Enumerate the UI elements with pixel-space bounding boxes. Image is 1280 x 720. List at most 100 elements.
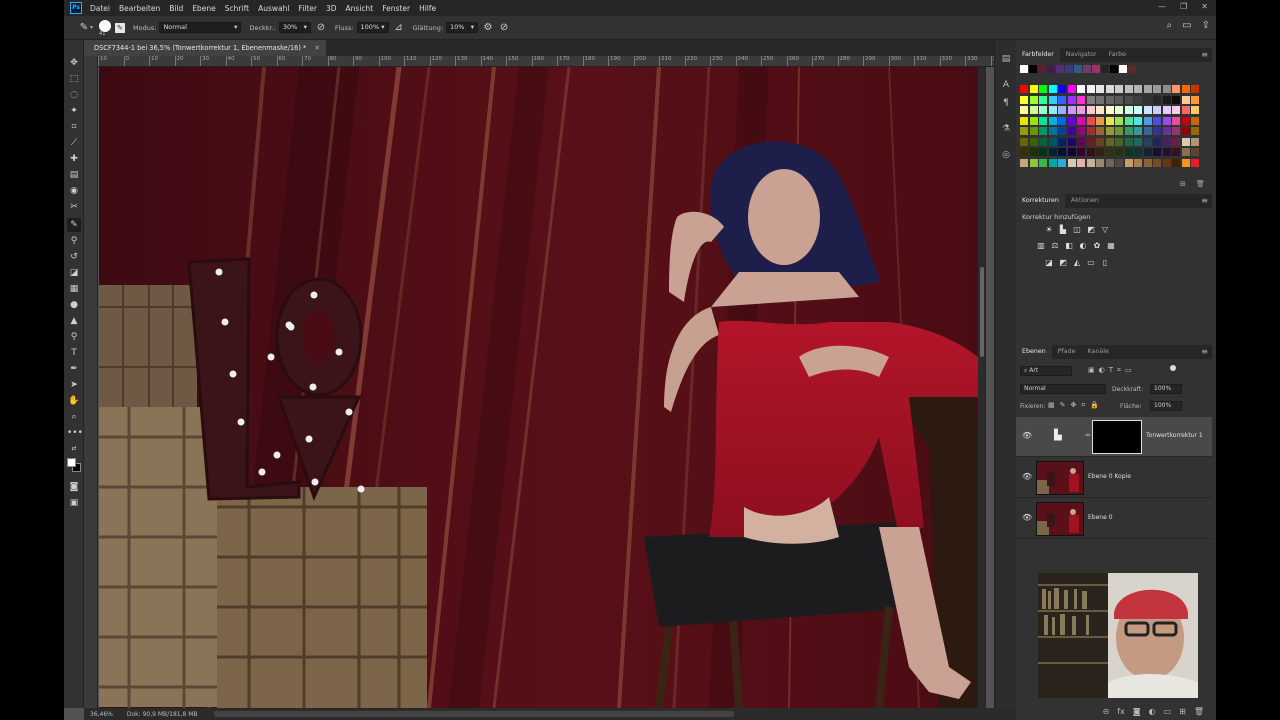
swatch[interactable] [1153, 85, 1161, 93]
eyedropper-tool-icon[interactable]: ⟋ [67, 136, 81, 150]
swatch[interactable] [1086, 148, 1095, 156]
threshold-icon[interactable]: ◭ [1072, 258, 1082, 268]
swatch[interactable] [1058, 148, 1066, 156]
swatch[interactable] [1020, 116, 1028, 125]
swatch[interactable] [1191, 106, 1199, 114]
swatch[interactable] [1020, 137, 1028, 146]
swatch[interactable] [1048, 137, 1057, 146]
swatch[interactable] [1039, 137, 1047, 146]
swatch[interactable] [1058, 158, 1066, 167]
layer-mask-thumb[interactable] [1092, 420, 1142, 454]
swatch[interactable] [1162, 127, 1171, 135]
swatch[interactable] [1181, 95, 1190, 104]
swatch[interactable] [1058, 127, 1066, 135]
swatch[interactable] [1162, 85, 1171, 93]
black-white-icon[interactable]: ◧ [1064, 241, 1074, 251]
zoom-level[interactable]: 36,46% [90, 711, 113, 718]
tab-farbe[interactable]: Farbe [1103, 48, 1132, 62]
crop-tool-icon[interactable]: ⌗ [67, 120, 81, 134]
menu-bild[interactable]: Bild [169, 4, 183, 13]
add-mask-icon[interactable]: ◙ [1133, 707, 1141, 716]
swatch[interactable] [1181, 85, 1190, 93]
lock-icons[interactable]: ▦✎✥⌗🔒 [1048, 401, 1104, 410]
swatch[interactable] [1086, 85, 1095, 93]
healing-brush-tool-icon[interactable]: ✚ [67, 152, 81, 166]
recent-swatch[interactable] [1047, 65, 1055, 73]
recent-swatch[interactable] [1038, 65, 1046, 73]
swatch[interactable] [1020, 148, 1028, 156]
airbrush-icon[interactable]: ⊿ [393, 22, 405, 34]
swatch[interactable] [1172, 116, 1180, 125]
doc-info[interactable]: Dok: 90,9 MB/181,8 MB [127, 711, 198, 718]
swatch[interactable] [1181, 127, 1190, 135]
swatch[interactable] [1029, 95, 1038, 104]
panel-menu-icon[interactable]: ≡ [1201, 345, 1208, 359]
swatch[interactable] [1048, 116, 1057, 125]
hue-saturation-icon[interactable]: ▥ [1036, 241, 1046, 251]
history-panel-icon[interactable]: ▤ [999, 52, 1013, 66]
blend-mode-select[interactable]: Normal [1020, 384, 1106, 394]
swatch[interactable] [1048, 158, 1057, 167]
swatch[interactable] [1134, 106, 1142, 114]
dodge-tool-icon[interactable]: ⚲ [67, 330, 81, 344]
swatch[interactable] [1124, 95, 1133, 104]
swatch[interactable] [1172, 158, 1180, 167]
layer-row[interactable]: 👁 Ebene 0 [1016, 499, 1212, 539]
swatch[interactable] [1039, 158, 1047, 167]
swatch[interactable] [1191, 85, 1199, 93]
brush-tool-icon[interactable]: ✎ [67, 218, 81, 232]
swatch[interactable] [1143, 116, 1152, 125]
brush-preset-picker[interactable]: 41 [93, 18, 112, 38]
swatch[interactable] [1115, 127, 1123, 135]
search-icon[interactable]: ⌕ [1167, 20, 1173, 31]
color-balance-icon[interactable]: ⚖ [1050, 241, 1060, 251]
swatch[interactable] [1191, 127, 1199, 135]
canvas-vertical-scrollbar[interactable] [978, 67, 986, 708]
menu-filter[interactable]: Filter [298, 4, 317, 13]
tab-korrekturen[interactable]: Korrekturen [1016, 194, 1065, 208]
menu-bearbeiten[interactable]: Bearbeiten [119, 4, 160, 13]
zoom-tool-icon[interactable]: ⌕ [67, 410, 81, 424]
swatch[interactable] [1029, 85, 1038, 93]
swatch[interactable] [1096, 127, 1104, 135]
screen-mode-icon[interactable]: ▣ [67, 496, 81, 510]
swatch[interactable] [1020, 95, 1028, 104]
swatch[interactable] [1077, 95, 1085, 104]
recent-swatch[interactable] [1065, 65, 1073, 73]
glaettung-field[interactable]: 10% ▾ [446, 22, 479, 33]
adjustment-layer-icon[interactable]: ◐ [1149, 707, 1156, 716]
pressure-opacity-icon[interactable]: ⊘ [315, 22, 327, 34]
invert-icon[interactable]: ◪ [1044, 258, 1054, 268]
swatch[interactable] [1029, 127, 1038, 135]
swatch[interactable] [1115, 106, 1123, 114]
swatch[interactable] [1020, 127, 1028, 135]
gear-icon[interactable]: ⚙ [482, 22, 494, 34]
swatch[interactable] [1067, 106, 1076, 114]
fill-field[interactable]: 100% [1150, 401, 1182, 411]
canvas-horizontal-scrollbar[interactable] [214, 711, 734, 717]
swatch[interactable] [1077, 137, 1085, 146]
layer-name[interactable]: Tonwertkorrektur 1 [1146, 432, 1203, 439]
posterize-icon[interactable]: ◩ [1058, 258, 1068, 268]
swatch[interactable] [1020, 85, 1028, 93]
swatch[interactable] [1058, 85, 1066, 93]
menu-3d[interactable]: 3D [326, 4, 337, 13]
levels-icon[interactable]: ▙ [1058, 225, 1068, 235]
swatch[interactable] [1039, 95, 1047, 104]
workspace-icon[interactable]: ▭ [1182, 20, 1191, 31]
swatch[interactable] [1096, 137, 1104, 146]
libraries-panel-icon[interactable]: ◎ [999, 148, 1013, 162]
link-icon[interactable]: ∞ [1085, 431, 1091, 439]
swatch[interactable] [1115, 85, 1123, 93]
swatch[interactable] [1086, 116, 1095, 125]
swatch[interactable] [1039, 127, 1047, 135]
pressure-size-icon[interactable]: ⊘ [498, 22, 510, 34]
swatch[interactable] [1029, 148, 1038, 156]
swatch[interactable] [1020, 158, 1028, 167]
swatch[interactable] [1067, 85, 1076, 93]
swatch[interactable] [1048, 85, 1057, 93]
recent-swatch[interactable] [1029, 65, 1037, 73]
new-swatch-icon[interactable]: ⊞ [1180, 180, 1186, 188]
swatch[interactable] [1105, 148, 1114, 156]
swatch[interactable] [1143, 127, 1152, 135]
